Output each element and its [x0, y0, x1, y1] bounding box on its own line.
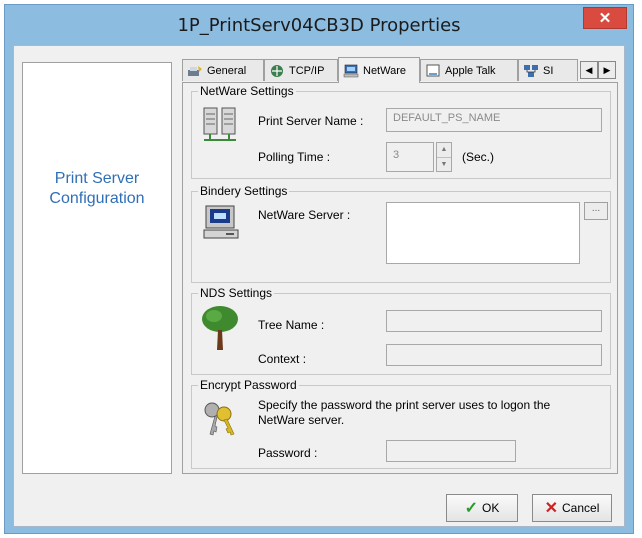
- tab-appletalk[interactable]: Apple Talk: [420, 59, 518, 81]
- close-icon: ✕: [598, 10, 612, 27]
- print-server-name-label: Print Server Name :: [258, 114, 364, 128]
- close-button[interactable]: ✕: [583, 7, 627, 29]
- bindery-settings-group: Bindery Settings NetWare Server : ...: [191, 184, 611, 283]
- bindery-settings-legend: Bindery Settings: [198, 184, 290, 198]
- context-input[interactable]: [386, 344, 602, 366]
- appletalk-icon: [425, 64, 441, 78]
- tree-name-label: Tree Name :: [258, 318, 325, 332]
- password-input[interactable]: [386, 440, 516, 462]
- netware-tab-page: NetWare Settings Print Server Name : DEF…: [182, 82, 618, 474]
- tab-tcpip-label: TCP/IP: [289, 64, 325, 77]
- browse-server-button[interactable]: ...: [584, 202, 608, 220]
- print-server-name-input[interactable]: DEFAULT_PS_NAME: [386, 108, 602, 132]
- title-bar[interactable]: 1P_PrintServ04CB3D Properties ✕: [5, 5, 633, 45]
- window-title: 1P_PrintServ04CB3D Properties: [177, 15, 461, 36]
- snmp-icon: [523, 64, 539, 78]
- encrypt-password-group: Encrypt Password Specify the password th…: [191, 378, 611, 469]
- left-panel: Print Server Configuration: [22, 62, 172, 474]
- context-label: Context :: [258, 352, 307, 366]
- cancel-x-icon: ✕: [544, 500, 559, 517]
- computer-icon: [202, 204, 242, 245]
- properties-window: 1P_PrintServ04CB3D Properties ✕ Print Se…: [4, 4, 634, 534]
- encrypt-password-description: Specify the password the print server us…: [258, 398, 551, 427]
- dialog-client: Print Server Configuration General TCP/I…: [13, 45, 625, 527]
- ok-button-label: OK: [482, 501, 500, 515]
- left-panel-title-line1: Print Server: [54, 170, 140, 187]
- polling-time-label: Polling Time :: [258, 150, 331, 164]
- cancel-button[interactable]: ✕ Cancel: [532, 494, 612, 522]
- tab-snmp-label: SI: [543, 64, 554, 77]
- netware-settings-group: NetWare Settings Print Server Name : DEF…: [191, 84, 611, 179]
- netware-settings-legend: NetWare Settings: [198, 84, 296, 98]
- general-icon: [187, 64, 203, 78]
- arrow-right-icon: ▶: [603, 64, 611, 75]
- spin-down-icon[interactable]: ▼: [437, 158, 451, 172]
- polling-time-input[interactable]: 3: [386, 142, 434, 172]
- left-panel-title: Print Server Configuration: [23, 169, 171, 209]
- netware-server-label: NetWare Server :: [258, 208, 351, 222]
- tab-appletalk-label: Apple Talk: [445, 64, 496, 77]
- print-server-icon: [202, 106, 238, 147]
- nds-settings-legend: NDS Settings: [198, 286, 275, 300]
- tree-icon: [200, 304, 240, 355]
- keys-icon: [202, 400, 238, 443]
- netware-server-list[interactable]: [386, 202, 580, 264]
- cancel-button-label: Cancel: [562, 501, 600, 515]
- nds-settings-group: NDS Settings Tree Name : Context :: [191, 286, 611, 375]
- tab-general-label: General: [207, 64, 247, 77]
- tab-scroll-left-button[interactable]: ◀: [580, 61, 598, 79]
- tcpip-icon: [269, 64, 285, 78]
- polling-time-spinner[interactable]: ▲ ▼: [436, 142, 452, 172]
- tab-snmp[interactable]: SI: [518, 59, 578, 81]
- arrow-left-icon: ◀: [585, 64, 593, 75]
- tab-strip: General TCP/IP NetWare Apple Talk SI ◀ ▶: [182, 57, 618, 83]
- spin-up-icon[interactable]: ▲: [437, 143, 451, 158]
- tab-scroll-right-button[interactable]: ▶: [598, 61, 616, 79]
- encrypt-password-legend: Encrypt Password: [198, 378, 299, 392]
- tree-name-input[interactable]: [386, 310, 602, 332]
- polling-time-unit: (Sec.): [462, 150, 495, 164]
- tab-netware[interactable]: NetWare: [338, 57, 420, 83]
- tab-tcpip[interactable]: TCP/IP: [264, 59, 338, 81]
- netware-icon: [343, 64, 359, 78]
- tab-netware-label: NetWare: [363, 64, 406, 77]
- ok-button[interactable]: ✓ OK: [446, 494, 518, 522]
- left-panel-title-line2: Configuration: [49, 190, 145, 207]
- password-label: Password :: [258, 446, 318, 460]
- checkmark-icon: ✓: [464, 500, 479, 517]
- tab-general[interactable]: General: [182, 59, 264, 81]
